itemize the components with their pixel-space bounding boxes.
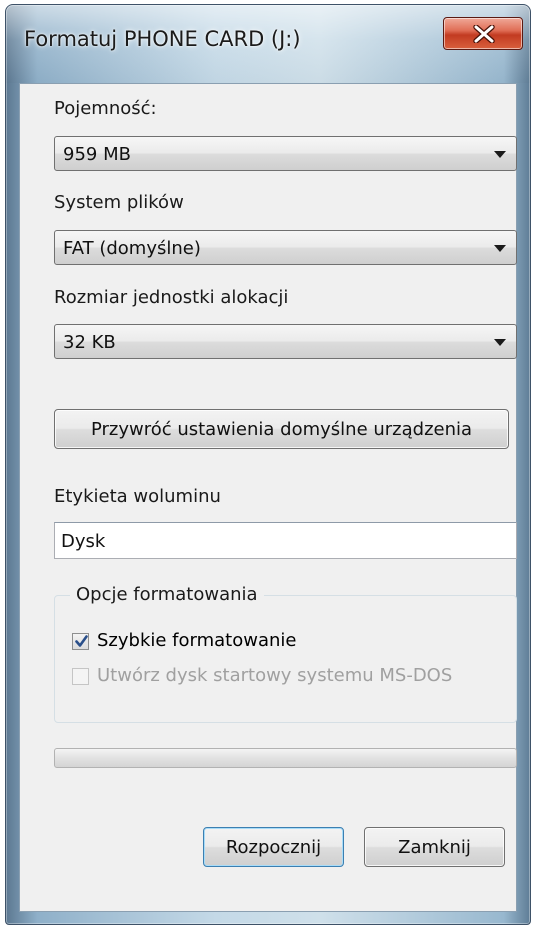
close-button[interactable]: Zamknij: [364, 827, 505, 867]
allocation-unit-value: 32 KB: [63, 332, 116, 353]
close-window-button[interactable]: [443, 17, 523, 50]
close-x-icon: [473, 25, 495, 43]
restore-defaults-button[interactable]: Przywróć ustawienia domyślne urządzenia: [54, 409, 509, 449]
volume-label-caption: Etykieta woluminu: [54, 486, 221, 507]
file-system-label: System plików: [54, 192, 184, 213]
window-title: Formatuj PHONE CARD (J:): [24, 27, 301, 51]
format-options-title: Opcje formatowania: [70, 584, 264, 605]
allocation-unit-label: Rozmiar jednostki alokacji: [54, 287, 289, 308]
msdos-startup-label: Utwórz dysk startowy systemu MS-DOS: [97, 665, 453, 686]
title-bar[interactable]: Formatuj PHONE CARD (J:): [6, 5, 530, 83]
capacity-label: Pojemność:: [54, 98, 157, 119]
checkmark-icon: [75, 635, 88, 647]
chevron-down-icon: [494, 151, 506, 158]
volume-label-input[interactable]: Dysk: [54, 522, 517, 559]
start-button[interactable]: Rozpocznij: [203, 827, 344, 867]
format-dialog-window: Formatuj PHONE CARD (J:) Pojemność: 959 …: [5, 4, 531, 925]
capacity-dropdown[interactable]: 959 MB: [54, 136, 517, 171]
format-progress-bar: [54, 748, 517, 768]
volume-label-value: Dysk: [61, 531, 106, 552]
format-options-group: [54, 595, 517, 723]
msdos-startup-checkbox[interactable]: [72, 668, 89, 685]
file-system-value: FAT (domyślne): [63, 238, 201, 259]
allocation-unit-dropdown[interactable]: 32 KB: [54, 324, 517, 359]
chevron-down-icon: [494, 339, 506, 346]
chevron-down-icon: [494, 245, 506, 252]
capacity-value: 959 MB: [63, 144, 131, 165]
quick-format-checkbox[interactable]: [72, 633, 89, 650]
dialog-client-area: Pojemność: 959 MB System plików FAT (dom…: [19, 83, 517, 912]
quick-format-label[interactable]: Szybkie formatowanie: [97, 630, 296, 651]
file-system-dropdown[interactable]: FAT (domyślne): [54, 230, 517, 265]
